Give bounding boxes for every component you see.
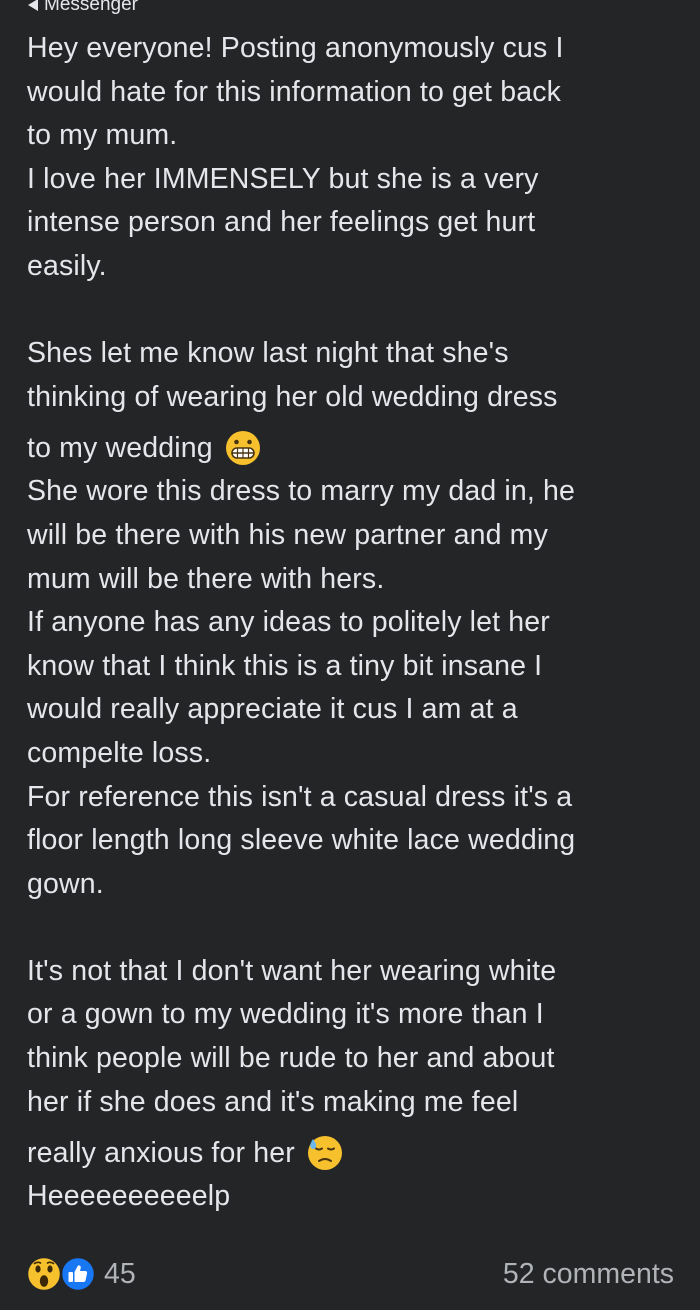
post-text-line: would really appreciate it cus I am at a [27, 693, 518, 726]
post-text-line: her if she does and it's making me feel [27, 1085, 519, 1118]
post-text-line: If anyone has any ideas to politely let … [27, 606, 550, 639]
post-text-line: intense person and her feelings get hurt [27, 206, 536, 239]
facebook-post-screen: Messenger Hey everyone! Posting anonymou… [0, 0, 700, 1310]
post-text-line: floor length long sleeve white lace wedd… [27, 824, 576, 857]
grimacing-face-emoji-icon [225, 431, 260, 466]
status-bar: Messenger [0, 0, 700, 17]
anxious-face-with-sweat-emoji-icon [307, 1136, 342, 1171]
post-text-line: compelte loss. [27, 736, 212, 769]
post-text-line: I love her IMMENSELY but she is a very [27, 162, 539, 195]
comments-link[interactable]: 52 comments [503, 1254, 674, 1294]
post-text-line-with-emoji: to my wedding [27, 419, 677, 470]
reactions-bar: 45 52 comments [26, 1254, 674, 1294]
wow-reaction-icon [26, 1256, 63, 1292]
post-text-line: will be there with his new partner and m… [27, 518, 548, 551]
post-text-line: Shes let me know last night that she's [27, 337, 509, 370]
post-text-line: or a gown to my wedding it's more than I [27, 998, 544, 1031]
post-text-line: gown. [27, 867, 104, 900]
post-text-line: For reference this isn't a casual dress … [27, 780, 573, 813]
post-text-line: Hey everyone! Posting anonymously cus I [27, 32, 564, 64]
post-text-line-with-emoji: really anxious for her [27, 1124, 677, 1175]
post-text-line: know that I think this is a tiny bit ins… [27, 649, 543, 682]
back-to-messenger-link[interactable]: Messenger [28, 0, 138, 17]
post-text-fragment: to my wedding [27, 431, 213, 464]
post-text: Hey everyone! Posting anonymously cus I … [27, 27, 677, 1219]
like-reaction-icon [59, 1256, 97, 1292]
reaction-icons[interactable] [26, 1256, 98, 1292]
back-arrow-icon [28, 0, 38, 11]
post-text-line: think people will be rude to her and abo… [27, 1042, 555, 1075]
post-text-line: Heeeeeeeeeelp [27, 1180, 231, 1213]
post-text-line: thinking of wearing her old wedding dres… [27, 380, 558, 413]
post-text-line: mum will be there with hers. [27, 562, 385, 595]
post-text-fragment: really anxious for her [27, 1136, 295, 1169]
post-text-line: to my mum. [27, 119, 178, 152]
post-text-line: easily. [27, 249, 107, 282]
post-text-line: She wore this dress to marry my dad in, … [27, 475, 576, 508]
post-text-line: would hate for this information to get b… [27, 75, 561, 108]
post-text-line: It's not that I don't want her wearing w… [27, 954, 557, 987]
reaction-count[interactable]: 45 [104, 1254, 136, 1294]
back-label: Messenger [44, 0, 138, 15]
